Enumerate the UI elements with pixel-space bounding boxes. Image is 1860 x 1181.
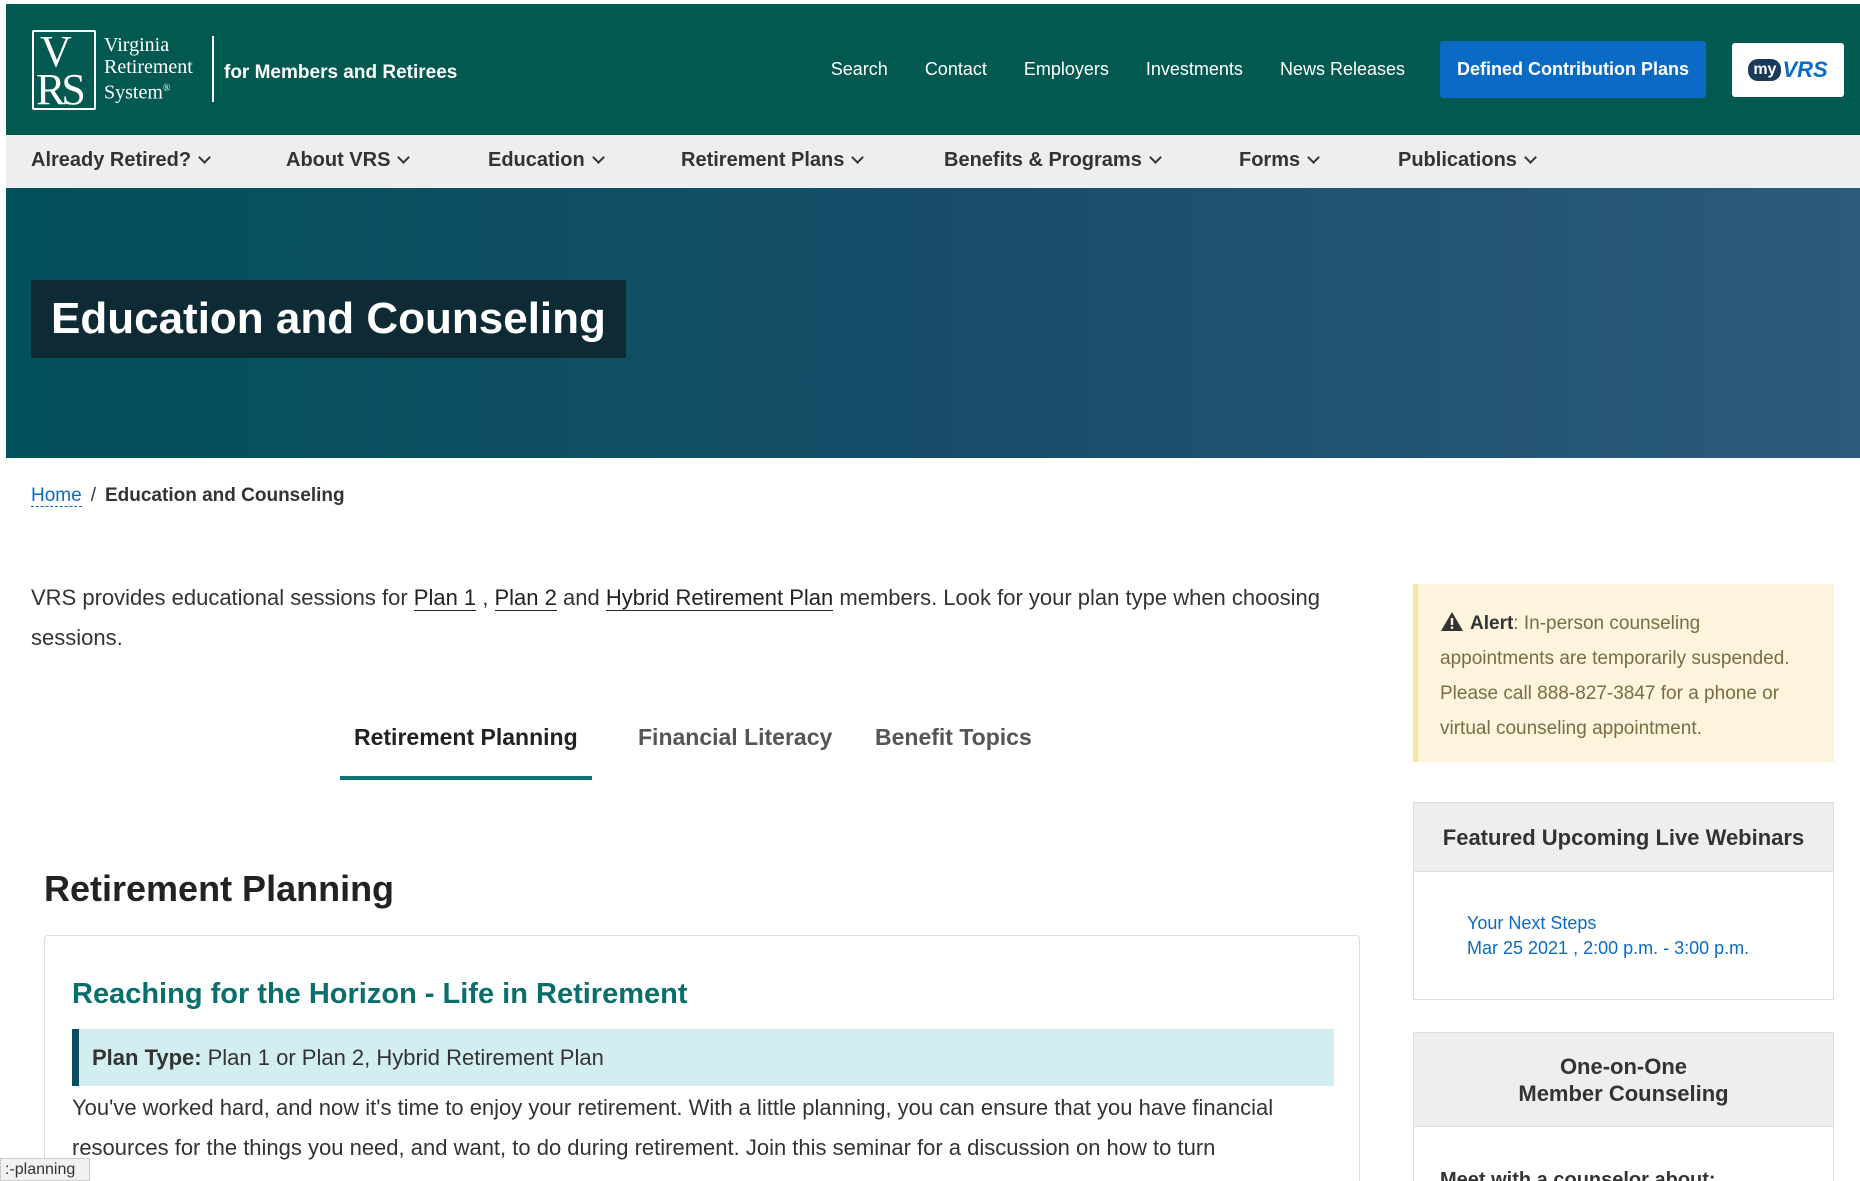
link-employers[interactable]: Employers (1024, 59, 1109, 80)
logo-divider (212, 36, 214, 102)
page-title: Education and Counseling (51, 294, 606, 343)
webinar-title: Your Next Steps (1467, 913, 1597, 933)
hybrid-plan-link[interactable]: Hybrid Retirement Plan (605, 585, 834, 611)
alert-label: Alert (1470, 613, 1514, 634)
vrs-logo[interactable]: V RS (32, 27, 96, 114)
nav-publications[interactable]: Publications (1398, 149, 1537, 172)
plan-type-banner: Plan Type: Plan 1 or Plan 2, Hybrid Retir… (72, 1029, 1334, 1086)
counseling-heading: One-on-One Member Counseling (1414, 1033, 1833, 1127)
nav-already-retired[interactable]: Already Retired? (31, 149, 211, 172)
webinars-heading: Featured Upcoming Live Webinars (1414, 803, 1833, 872)
section-title: Retirement Planning (44, 868, 395, 909)
breadcrumb-home-link[interactable]: Home (31, 485, 82, 507)
breadcrumb-current: Education and Counseling (104, 485, 345, 506)
nav-education[interactable]: Education (488, 149, 605, 172)
chevron-down-icon (851, 151, 865, 164)
tab-benefit-topics[interactable]: Benefit Topics (861, 718, 1046, 780)
nav-forms[interactable]: Forms (1239, 149, 1320, 172)
myvrs-logo-my: my (1748, 58, 1782, 81)
chevron-down-icon (1307, 151, 1320, 164)
status-bar-url: :-planning (0, 1158, 91, 1181)
site-header: V RS Virginia Retirement System® for Mem… (6, 4, 1860, 135)
utility-links: Search Contact Employers Investments New… (831, 4, 1860, 135)
breadcrumb-separator: / (90, 485, 96, 506)
counseling-text: Meet with a counselor about: (1440, 1169, 1716, 1181)
chevron-down-icon (591, 151, 605, 164)
link-search[interactable]: Search (831, 59, 888, 80)
plan-type-label: Plan Type: (92, 1044, 202, 1070)
tab-financial-literacy[interactable]: Financial Literacy (624, 718, 846, 780)
link-investments[interactable]: Investments (1146, 59, 1243, 80)
webinar-date: Mar 25 2021 , 2:00 p.m. - 3:00 p.m. (1467, 938, 1750, 958)
defined-contribution-plans-button[interactable]: Defined Contribution Plans (1440, 41, 1706, 98)
site-tagline: for Members and Retirees (224, 62, 458, 83)
myvrs-login-button[interactable]: my VRS (1732, 42, 1844, 97)
webinar-item[interactable]: Your Next Steps Mar 25 2021 , 2:00 p.m. … (1467, 911, 1749, 961)
logo-wordmark: Virginia Retirement System® (104, 34, 193, 104)
alert-box: Alert: In-person counseling appointments… (1413, 584, 1834, 762)
hero-title-box: Education and Counseling (31, 280, 626, 358)
chevron-down-icon (198, 151, 211, 164)
nav-about-vrs[interactable]: About VRS (286, 149, 411, 172)
chevron-down-icon (397, 151, 411, 164)
link-contact[interactable]: Contact (925, 59, 987, 80)
nav-retirement-plans[interactable]: Retirement Plans (681, 149, 865, 172)
counseling-panel: One-on-One Member Counseling Meet with a… (1413, 1032, 1834, 1181)
breadcrumb: Home / Education and Counseling (31, 485, 345, 507)
intro-paragraph: VRS provides educational sessions for Pl… (31, 585, 1320, 650)
plan-2-link[interactable]: Plan 2 (494, 585, 557, 611)
tab-retirement-planning[interactable]: Retirement Planning (340, 718, 592, 780)
nav-benefits-programs[interactable]: Benefits & Programs (944, 149, 1162, 172)
session-description: You've worked hard, and now it's time to… (72, 1095, 1274, 1160)
session-title-link[interactable]: Reaching for the Horizon - Life in Retir… (72, 978, 688, 1011)
logo-mark: V RS (36, 27, 86, 114)
plan-1-link[interactable]: Plan 1 (413, 585, 477, 611)
webinars-panel: Featured Upcoming Live Webinars Your Nex… (1413, 802, 1834, 1000)
main-nav: Already Retired? About VRS Education Ret… (6, 135, 1860, 188)
hero-banner: Education and Counseling (6, 188, 1860, 458)
session-card: Reaching for the Horizon - Life in Retir… (44, 935, 1360, 1181)
chevron-down-icon (1148, 151, 1162, 164)
warning-icon (1441, 612, 1463, 631)
myvrs-logo-vrs: VRS (1782, 56, 1828, 82)
chevron-down-icon (1524, 151, 1537, 164)
link-news-releases[interactable]: News Releases (1280, 59, 1405, 80)
plan-type-value: Plan 1 or Plan 2, Hybrid Retirement Plan (207, 1044, 604, 1070)
